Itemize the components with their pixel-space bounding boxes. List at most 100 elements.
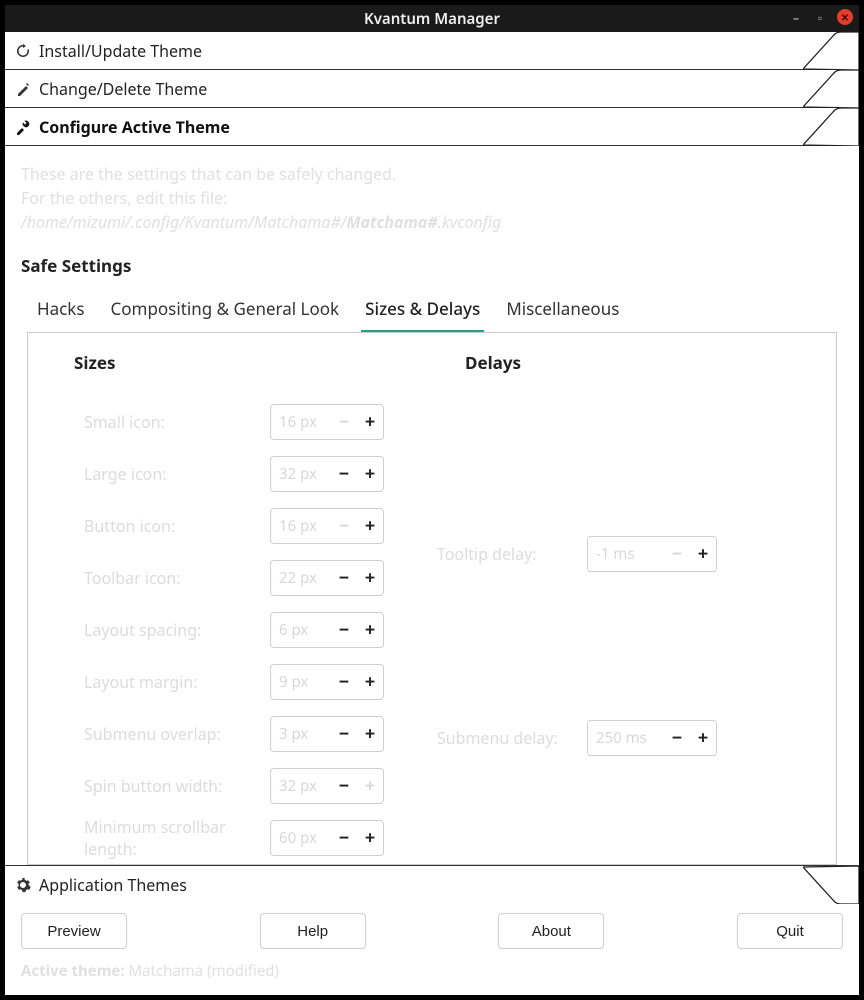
delays-column: Delays Tooltip delay: -1 ms − + Submenu … <box>437 351 818 864</box>
spin-min-scrollbar[interactable]: 60 px − + <box>270 820 384 856</box>
spin-value[interactable]: 6 px <box>271 620 331 640</box>
minus-icon[interactable]: − <box>664 537 690 571</box>
spin-value[interactable]: -1 ms <box>588 544 664 564</box>
minus-icon[interactable]: − <box>331 613 357 647</box>
notch-decor <box>803 70 859 108</box>
spin-toolbar-icon[interactable]: 22 px − + <box>270 560 384 596</box>
section-install-label: Install/Update Theme <box>39 40 202 62</box>
spin-value[interactable]: 22 px <box>271 568 331 588</box>
maximize-icon[interactable]: ▫ <box>813 10 827 24</box>
preview-button[interactable]: Preview <box>21 913 127 949</box>
sizes-column: Sizes Small icon: 16 px − + Large icon: … <box>46 351 427 864</box>
status-label: Active theme: <box>21 961 125 981</box>
section-change[interactable]: Change/Delete Theme <box>5 70 859 108</box>
label-layout-spacing: Layout spacing: <box>46 619 270 641</box>
intro-path: /home/mizumi/.config/Kvantum/Matchama#/M… <box>21 210 843 234</box>
plus-icon[interactable]: + <box>357 405 383 439</box>
close-icon[interactable]: ✕ <box>837 9 853 25</box>
tab-misc[interactable]: Miscellaneous <box>502 289 623 332</box>
spin-value[interactable]: 9 px <box>271 672 331 692</box>
spin-value[interactable]: 3 px <box>271 724 331 744</box>
notch-decor <box>803 108 859 146</box>
label-tooltip-delay: Tooltip delay: <box>437 543 587 565</box>
plus-icon[interactable]: + <box>357 457 383 491</box>
minus-icon[interactable]: − <box>331 821 357 855</box>
footer-buttons: Preview Help About Quit <box>21 913 843 949</box>
section-appthemes-label: Application Themes <box>39 874 187 896</box>
sizes-heading: Sizes <box>46 351 427 396</box>
tab-panel-sizes-delays: Sizes Small icon: 16 px − + Large icon: … <box>27 332 837 865</box>
notch-decor <box>803 866 859 904</box>
minus-icon[interactable]: − <box>331 405 357 439</box>
spin-spin-width[interactable]: 32 px − + <box>270 768 384 804</box>
section-install[interactable]: Install/Update Theme <box>5 32 859 70</box>
intro-path-prefix: /home/mizumi/.config/Kvantum/Matchama#/ <box>21 211 346 233</box>
tab-sizes-delays[interactable]: Sizes & Delays <box>361 289 484 332</box>
spin-large-icon[interactable]: 32 px − + <box>270 456 384 492</box>
row-min-scrollbar: Minimum scrollbar length: 60 px − + <box>46 812 427 864</box>
minus-icon[interactable]: − <box>331 665 357 699</box>
notch-decor <box>803 32 859 70</box>
minus-icon[interactable]: − <box>331 509 357 543</box>
minus-icon[interactable]: − <box>331 717 357 751</box>
plus-icon[interactable]: + <box>357 613 383 647</box>
label-toolbar-icon: Toolbar icon: <box>46 567 270 589</box>
help-button[interactable]: Help <box>260 913 366 949</box>
spin-submenu-delay[interactable]: 250 ms − + <box>587 720 717 756</box>
row-submenu-delay: Submenu delay: 250 ms − + <box>437 712 818 764</box>
status-value: Matchama (modified) <box>125 961 279 981</box>
spin-layout-spacing[interactable]: 6 px − + <box>270 612 384 648</box>
about-button[interactable]: About <box>498 913 604 949</box>
spin-submenu-overlap[interactable]: 3 px − + <box>270 716 384 752</box>
quit-button[interactable]: Quit <box>737 913 843 949</box>
tools-icon <box>15 119 31 135</box>
plus-icon[interactable]: + <box>357 769 383 803</box>
spin-value[interactable]: 60 px <box>271 828 331 848</box>
window-title: Kvantum Manager <box>364 9 500 29</box>
minus-icon[interactable]: − <box>664 721 690 755</box>
footer: Preview Help About Quit Active theme: Ma… <box>5 903 859 995</box>
spin-value[interactable]: 250 ms <box>588 728 664 748</box>
label-small-icon: Small icon: <box>46 411 270 433</box>
spin-value[interactable]: 32 px <box>271 464 331 484</box>
row-large-icon: Large icon: 32 px − + <box>46 448 427 500</box>
label-submenu-delay: Submenu delay: <box>437 727 587 749</box>
plus-icon[interactable]: + <box>357 665 383 699</box>
plus-icon[interactable]: + <box>357 717 383 751</box>
plus-icon[interactable]: + <box>357 821 383 855</box>
label-large-icon: Large icon: <box>46 463 270 485</box>
delays-heading: Delays <box>437 351 818 396</box>
minimize-icon[interactable]: – <box>789 10 803 24</box>
spin-value[interactable]: 16 px <box>271 516 331 536</box>
intro-path-suffix: .kvconfig <box>438 211 502 233</box>
spin-tooltip-delay[interactable]: -1 ms − + <box>587 536 717 572</box>
minus-icon[interactable]: − <box>331 561 357 595</box>
plus-icon[interactable]: + <box>690 537 716 571</box>
status-bar: Active theme: Matchama (modified) <box>21 959 843 981</box>
gear-icon <box>15 877 31 893</box>
safe-settings-heading: Safe Settings <box>5 248 859 289</box>
spin-value[interactable]: 16 px <box>271 412 331 432</box>
row-tooltip-delay: Tooltip delay: -1 ms − + <box>437 528 818 580</box>
row-layout-spacing: Layout spacing: 6 px − + <box>46 604 427 656</box>
plus-icon[interactable]: + <box>357 509 383 543</box>
spin-small-icon[interactable]: 16 px − + <box>270 404 384 440</box>
refresh-icon <box>15 43 31 59</box>
tab-compositing[interactable]: Compositing & General Look <box>107 289 344 332</box>
section-configure[interactable]: Configure Active Theme <box>5 108 859 146</box>
row-layout-margin: Layout margin: 9 px − + <box>46 656 427 708</box>
section-appthemes[interactable]: Application Themes <box>5 865 859 903</box>
spin-button-icon[interactable]: 16 px − + <box>270 508 384 544</box>
intro-text: These are the settings that can be safel… <box>5 158 859 248</box>
spin-layout-margin[interactable]: 9 px − + <box>270 664 384 700</box>
label-layout-margin: Layout margin: <box>46 671 270 693</box>
plus-icon[interactable]: + <box>357 561 383 595</box>
titlebar[interactable]: Kvantum Manager – ▫ ✕ <box>5 5 859 32</box>
minus-icon[interactable]: − <box>331 769 357 803</box>
minus-icon[interactable]: − <box>331 457 357 491</box>
spin-value[interactable]: 32 px <box>271 776 331 796</box>
row-spin-width: Spin button width: 32 px − + <box>46 760 427 812</box>
tab-hacks[interactable]: Hacks <box>33 289 89 332</box>
plus-icon[interactable]: + <box>690 721 716 755</box>
row-button-icon: Button icon: 16 px − + <box>46 500 427 552</box>
